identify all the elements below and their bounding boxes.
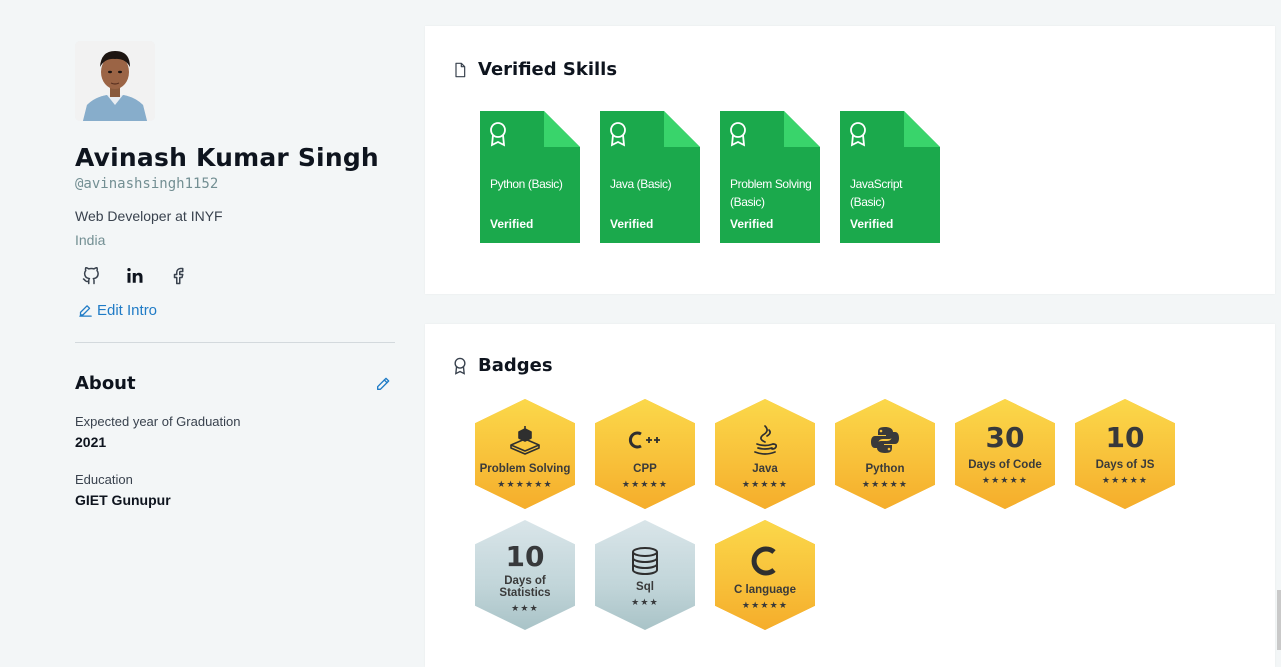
badges-card: Badges Problem Solving ★★★★★★ CPP ★★★★★ … — [425, 324, 1275, 667]
about-title: About — [75, 373, 136, 394]
badge-sql[interactable]: Sql ★★★ — [595, 520, 695, 630]
profile-country: India — [75, 232, 106, 248]
profile-name: Avinash Kumar Singh — [75, 143, 379, 172]
badge-stars: ★★★★★ — [981, 475, 1029, 485]
github-icon[interactable] — [79, 264, 103, 288]
badge-name: Problem Solving — [479, 463, 571, 475]
badge-name: Java — [752, 463, 778, 475]
ribbon-icon — [730, 122, 746, 147]
social-links — [75, 264, 395, 288]
verified-skills-header: Verified Skills — [452, 59, 617, 80]
badge-stars: ★★★★★ — [861, 479, 909, 489]
ribbon-icon — [610, 122, 626, 147]
badge-problem-solving[interactable]: Problem Solving ★★★★★★ — [475, 399, 575, 509]
badge-name: Days of Statistics — [499, 575, 551, 599]
skill-status: Verified — [490, 217, 534, 231]
badges-title: Badges — [478, 355, 553, 376]
badge-30-days-of-code[interactable]: 30 Days of Code ★★★★★ — [955, 399, 1055, 509]
profile-role: Web Developer at INYF — [75, 208, 223, 224]
skill-certificate[interactable]: Java (Basic) Verified — [600, 111, 700, 243]
badge-stars: ★★★ — [631, 597, 659, 607]
skill-name: Java (Basic) — [610, 177, 672, 191]
puzzle-icon — [508, 421, 542, 459]
badge-stars: ★★★★★ — [741, 600, 789, 610]
badge-stars: ★★★★★ — [1101, 475, 1149, 485]
badge-number: 10 — [505, 540, 545, 573]
skill-name: Problem Solving (Basic) — [730, 177, 812, 209]
profile-handle: @avinashsingh1152 — [75, 176, 219, 192]
certificate-fold — [664, 111, 700, 147]
badge-name: C language — [734, 584, 796, 596]
skill-name: JavaScript (Basic) — [850, 177, 903, 209]
badge-name: CPP — [633, 463, 657, 475]
about-header: About — [75, 373, 395, 394]
badge-name: Sql — [636, 581, 654, 593]
cpp-icon — [628, 421, 662, 459]
c-language-icon — [750, 542, 780, 580]
skill-certificate[interactable]: JavaScript (Basic) Verified — [840, 111, 940, 243]
skill-name: Python (Basic) — [490, 177, 563, 191]
document-icon — [455, 62, 466, 77]
badge-name: Days of JS — [1095, 459, 1155, 471]
skill-certificate[interactable]: Python (Basic) Verified — [480, 111, 580, 243]
badge-stars: ★★★★★ — [621, 479, 669, 489]
skill-certificate[interactable]: Problem Solving (Basic) Verified — [720, 111, 820, 243]
badge-java[interactable]: Java ★★★★★ — [715, 399, 815, 509]
education-value: GIET Gunupur — [75, 492, 171, 508]
verified-skills-title: Verified Skills — [478, 59, 618, 80]
edit-intro-link[interactable]: Edit Intro — [75, 302, 395, 319]
about-edit-icon[interactable] — [375, 376, 391, 392]
badge-10-days-of-js[interactable]: 10 Days of JS ★★★★★ — [1075, 399, 1175, 509]
edit-intro-label: Edit Intro — [97, 302, 158, 319]
skill-status: Verified — [850, 217, 894, 231]
certificate-fold — [904, 111, 940, 147]
verified-skills-card: Verified Skills Python (Basic) Verified … — [425, 26, 1275, 294]
badge-number: 30 — [985, 421, 1025, 454]
badge-number: 10 — [1105, 421, 1145, 454]
pencil-icon — [79, 305, 92, 317]
avatar[interactable] — [75, 41, 155, 121]
graduation-value: 2021 — [75, 434, 107, 450]
badges-header: Badges — [452, 355, 553, 376]
badge-stars: ★★★ — [511, 603, 539, 613]
facebook-icon[interactable] — [167, 264, 191, 288]
badge-python[interactable]: Python ★★★★★ — [835, 399, 935, 509]
divider — [75, 342, 395, 343]
avatar-image — [75, 41, 155, 121]
badge-name: Days of Code — [968, 459, 1042, 471]
badge-10-days-of-statistics[interactable]: 10 Days of Statistics ★★★ — [475, 520, 575, 630]
java-icon — [752, 421, 778, 459]
education-label: Education — [75, 472, 133, 487]
badge-name: Python — [865, 463, 905, 475]
python-icon — [870, 421, 900, 459]
ribbon-icon — [850, 122, 866, 147]
profile-panel: Avinash Kumar Singh @avinashsingh1152 We… — [75, 41, 395, 508]
ribbon-icon — [490, 122, 506, 147]
badge-stars: ★★★★★★ — [497, 479, 553, 489]
badge-cpp[interactable]: CPP ★★★★★ — [595, 399, 695, 509]
badge-stars: ★★★★★ — [741, 479, 789, 489]
skill-status: Verified — [610, 217, 654, 231]
badge-c-language[interactable]: C language ★★★★★ — [715, 520, 815, 630]
database-icon — [630, 542, 660, 580]
certificate-fold — [544, 111, 580, 147]
skill-status: Verified — [730, 217, 774, 231]
ribbon-icon — [454, 357, 466, 375]
graduation-label: Expected year of Graduation — [75, 414, 241, 429]
page-scrollbar[interactable] — [1277, 590, 1281, 650]
certificate-fold — [784, 111, 820, 147]
linkedin-icon[interactable] — [123, 264, 147, 288]
